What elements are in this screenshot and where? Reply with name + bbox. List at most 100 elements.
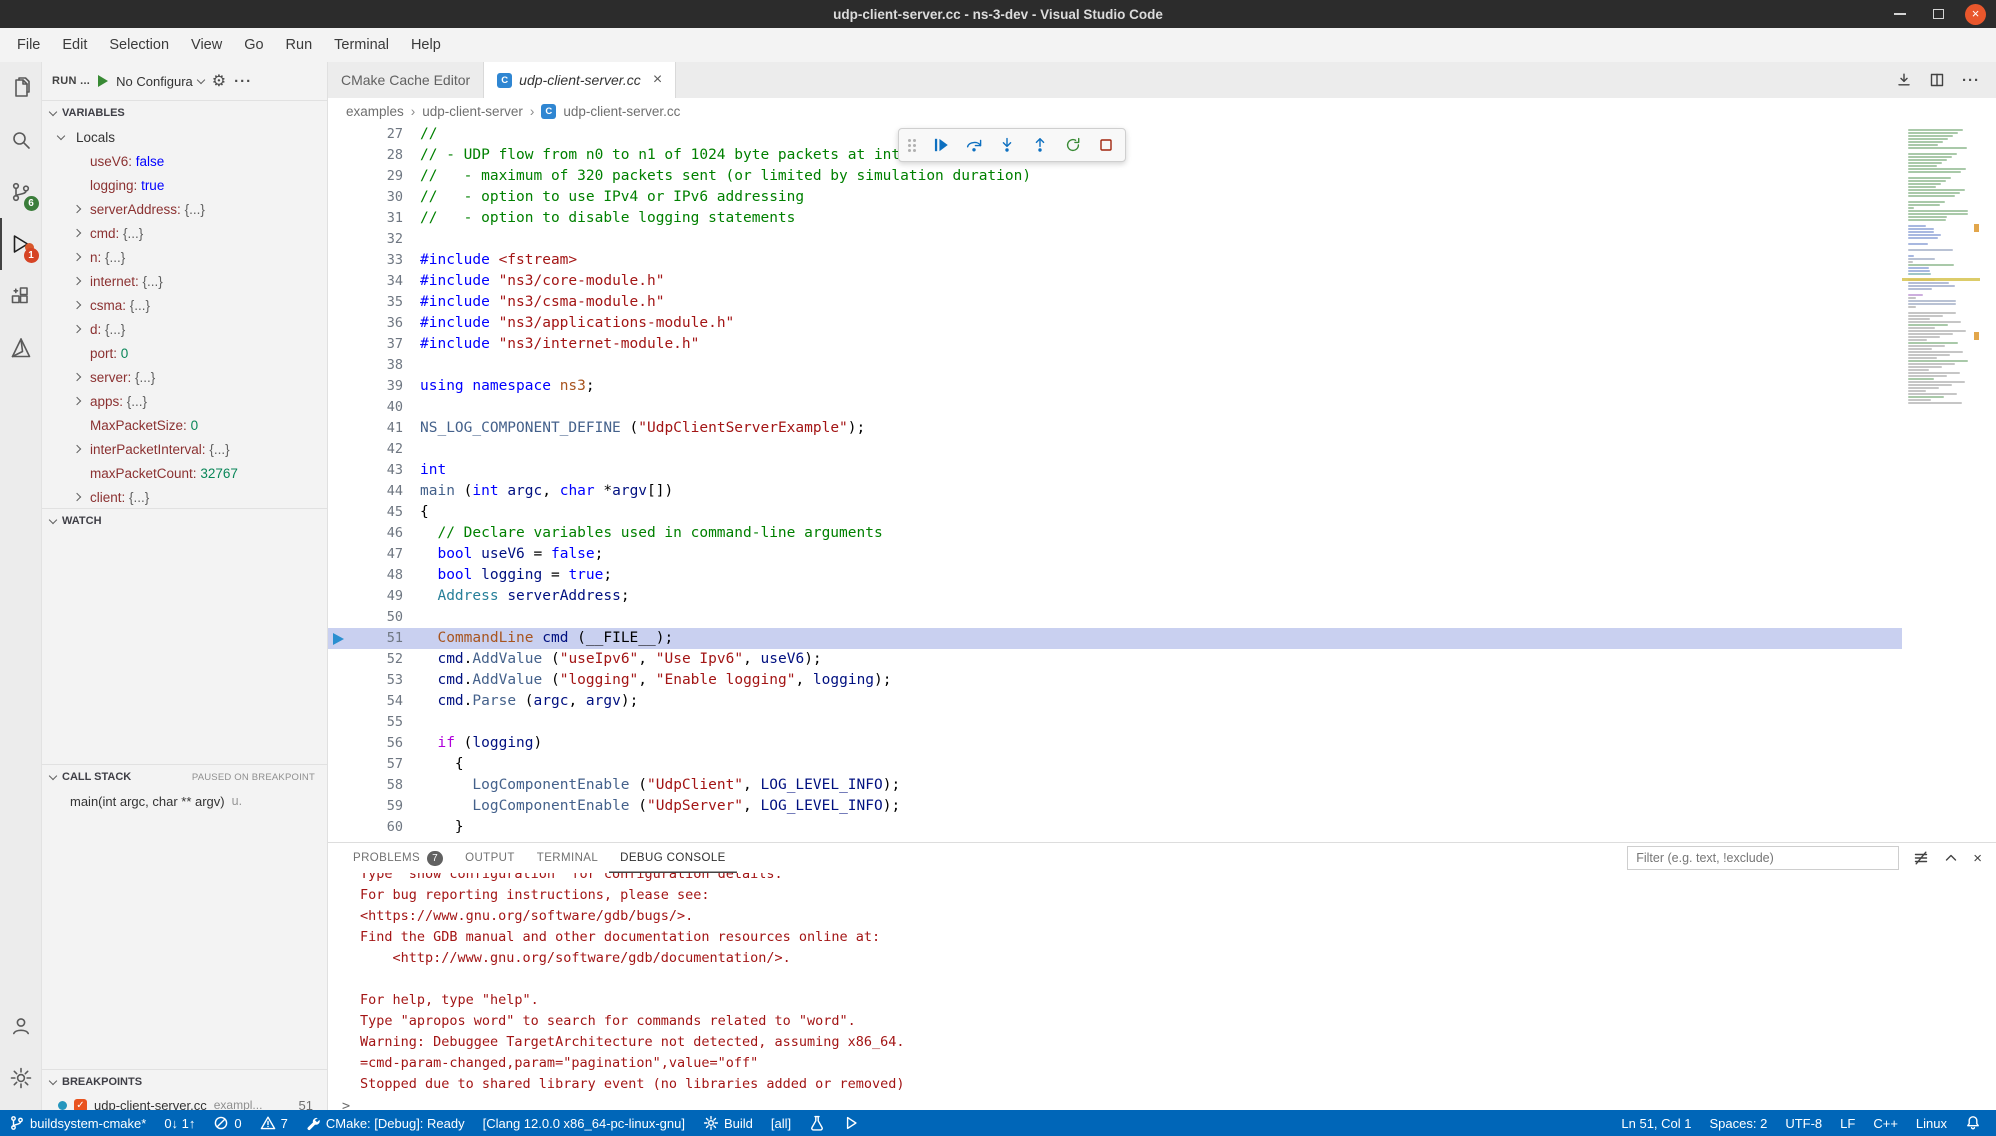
status-indentation[interactable]: Spaces: 2 — [1701, 1110, 1777, 1136]
panel-tab-output[interactable]: OUTPUT — [454, 843, 526, 873]
panel-tab-debug-console[interactable]: DEBUG CONSOLE — [609, 843, 737, 873]
debug-step-out-button[interactable] — [1030, 135, 1050, 155]
menu-help[interactable]: Help — [400, 37, 452, 53]
activity-item-cmake[interactable] — [0, 322, 42, 374]
menu-run[interactable]: Run — [275, 37, 324, 53]
debug-restart-button[interactable] — [1063, 135, 1083, 155]
activity-item-source-control[interactable]: 6 — [0, 166, 42, 218]
variable-row-n[interactable]: n: {...} — [42, 245, 327, 269]
status-encoding[interactable]: UTF-8 — [1776, 1110, 1831, 1136]
menu-selection[interactable]: Selection — [98, 37, 180, 53]
clear-console-icon[interactable] — [1913, 850, 1929, 866]
variable-row-internet[interactable]: internet: {...} — [42, 269, 327, 293]
editor-more-actions-icon[interactable]: ··· — [1962, 72, 1980, 89]
debug-console-output[interactable]: Type "show configuration" for configurat… — [328, 873, 1996, 1110]
panel-tab-label: TERMINAL — [537, 852, 598, 864]
debug-current-line-arrow-icon[interactable] — [333, 633, 344, 645]
call-stack-section-header[interactable]: CALL STACK PAUSED ON BREAKPOINT — [42, 765, 327, 789]
status-cursor-position[interactable]: Ln 51, Col 1 — [1612, 1110, 1700, 1136]
menu-file[interactable]: File — [6, 37, 51, 53]
activity-item-explorer[interactable] — [0, 62, 42, 114]
status-cmake-build[interactable]: Build — [694, 1110, 762, 1136]
activity-item-accounts[interactable] — [0, 1000, 42, 1052]
variables-scope-row[interactable]: Locals — [42, 125, 327, 149]
breadcrumb-item[interactable]: udp-client-server.cc — [563, 104, 680, 119]
variable-row-server[interactable]: server: {...} — [42, 365, 327, 389]
variables-section-header[interactable]: VARIABLES — [42, 101, 327, 125]
split-editor-icon[interactable] — [1929, 72, 1945, 88]
console-input-prompt[interactable]: > — [342, 1095, 1996, 1110]
gutter: 52 — [328, 649, 403, 670]
variable-row-cmd[interactable]: cmd: {...} — [42, 221, 327, 245]
overview-ruler-scrollbar[interactable] — [1980, 124, 1996, 842]
breakpoint-checkbox[interactable]: ✓ — [74, 1099, 87, 1111]
status-notifications[interactable] — [1956, 1110, 1990, 1136]
status-eol[interactable]: LF — [1831, 1110, 1864, 1136]
breakpoints-section-header[interactable]: BREAKPOINTS — [42, 1070, 327, 1094]
minimize-button[interactable] — [1889, 3, 1911, 25]
panel-tab-problems[interactable]: PROBLEMS7 — [342, 843, 454, 873]
restore-button[interactable] — [1927, 3, 1949, 25]
status-os[interactable]: Linux — [1907, 1110, 1956, 1136]
activity-item-extensions[interactable] — [0, 270, 42, 322]
variable-row-maxPacketCount[interactable]: maxPacketCount: 32767 — [42, 461, 327, 485]
code-editor[interactable]: 27//28// - UDP flow from n0 to n1 of 102… — [328, 124, 1902, 842]
variable-row-useV6[interactable]: useV6: false — [42, 149, 327, 173]
close-icon[interactable]: × — [653, 71, 662, 89]
debug-step-over-button[interactable] — [964, 135, 984, 155]
status-cmake-status[interactable]: CMake: [Debug]: Ready — [297, 1110, 474, 1136]
breadcrumb-item[interactable]: udp-client-server — [422, 104, 523, 119]
gutter: 48 — [328, 565, 403, 586]
chevron-right-icon — [73, 301, 81, 309]
menu-view[interactable]: View — [180, 37, 233, 53]
cpp-file-icon: C — [497, 73, 512, 88]
variable-row-serverAddress[interactable]: serverAddress: {...} — [42, 197, 327, 221]
tab-udp-client-server-cc[interactable]: Cudp-client-server.cc× — [484, 62, 676, 98]
debug-stop-button[interactable] — [1096, 135, 1116, 155]
variable-row-interPacketInterval[interactable]: interPacketInterval: {...} — [42, 437, 327, 461]
console-line: =cmd-param-changed,param="pagination",va… — [360, 1053, 1996, 1074]
start-debugging-icon[interactable] — [98, 75, 108, 87]
more-actions-icon[interactable]: ··· — [234, 73, 252, 90]
variable-row-d[interactable]: d: {...} — [42, 317, 327, 341]
panel-tab-terminal[interactable]: TERMINAL — [526, 843, 609, 873]
status-cmake-ctest[interactable] — [800, 1110, 834, 1136]
status-warnings[interactable]: 7 — [251, 1110, 297, 1136]
menu-terminal[interactable]: Terminal — [323, 37, 400, 53]
console-filter-input[interactable] — [1627, 846, 1899, 870]
line-number: 27 — [328, 124, 403, 145]
download-icon[interactable] — [1896, 72, 1912, 88]
status-sync-changes[interactable]: 0↓ 1↑ — [155, 1110, 204, 1136]
variable-row-port[interactable]: port: 0 — [42, 341, 327, 365]
stack-frame-row[interactable]: main(int argc, char ** argv)u. — [42, 789, 327, 813]
activity-item-settings[interactable] — [0, 1052, 42, 1104]
close-panel-icon[interactable]: × — [1973, 850, 1982, 867]
variable-row-client[interactable]: client: {...} — [42, 485, 327, 508]
activity-item-search[interactable] — [0, 114, 42, 166]
debug-config-dropdown[interactable]: No Configura — [116, 74, 204, 89]
variable-row-apps[interactable]: apps: {...} — [42, 389, 327, 413]
variable-row-logging[interactable]: logging: true — [42, 173, 327, 197]
watch-section-header[interactable]: WATCH — [42, 509, 327, 533]
status-cmake-target[interactable]: [all] — [762, 1110, 800, 1136]
close-button[interactable]: × — [1965, 4, 1986, 25]
breakpoint-row[interactable]: ✓udp-client-server.ccexampl...51 — [42, 1094, 327, 1110]
status-errors[interactable]: 0 — [204, 1110, 250, 1136]
debug-step-into-button[interactable] — [997, 135, 1017, 155]
menu-go[interactable]: Go — [233, 37, 274, 53]
maximize-panel-icon[interactable] — [1943, 850, 1959, 866]
debug-continue-button[interactable] — [931, 135, 951, 155]
status-git-branch[interactable]: buildsystem-cmake* — [0, 1110, 155, 1136]
menu-edit[interactable]: Edit — [51, 37, 98, 53]
status-cmake-kit[interactable]: [Clang 12.0.0 x86_64-pc-linux-gnu] — [474, 1110, 694, 1136]
status-language-mode[interactable]: C++ — [1864, 1110, 1907, 1136]
debug-settings-gear-icon[interactable]: ⚙ — [212, 71, 226, 91]
variable-row-MaxPacketSize[interactable]: MaxPacketSize: 0 — [42, 413, 327, 437]
tab-cmake-cache-editor[interactable]: CMake Cache Editor — [328, 62, 484, 98]
variable-row-csma[interactable]: csma: {...} — [42, 293, 327, 317]
breadcrumb-item[interactable]: examples — [346, 104, 404, 119]
drag-handle-icon[interactable] — [908, 139, 916, 152]
status-cmake-launch[interactable] — [834, 1110, 868, 1136]
activity-item-run-and-debug[interactable]: 1 — [0, 218, 42, 270]
minimap[interactable] — [1902, 124, 1980, 842]
